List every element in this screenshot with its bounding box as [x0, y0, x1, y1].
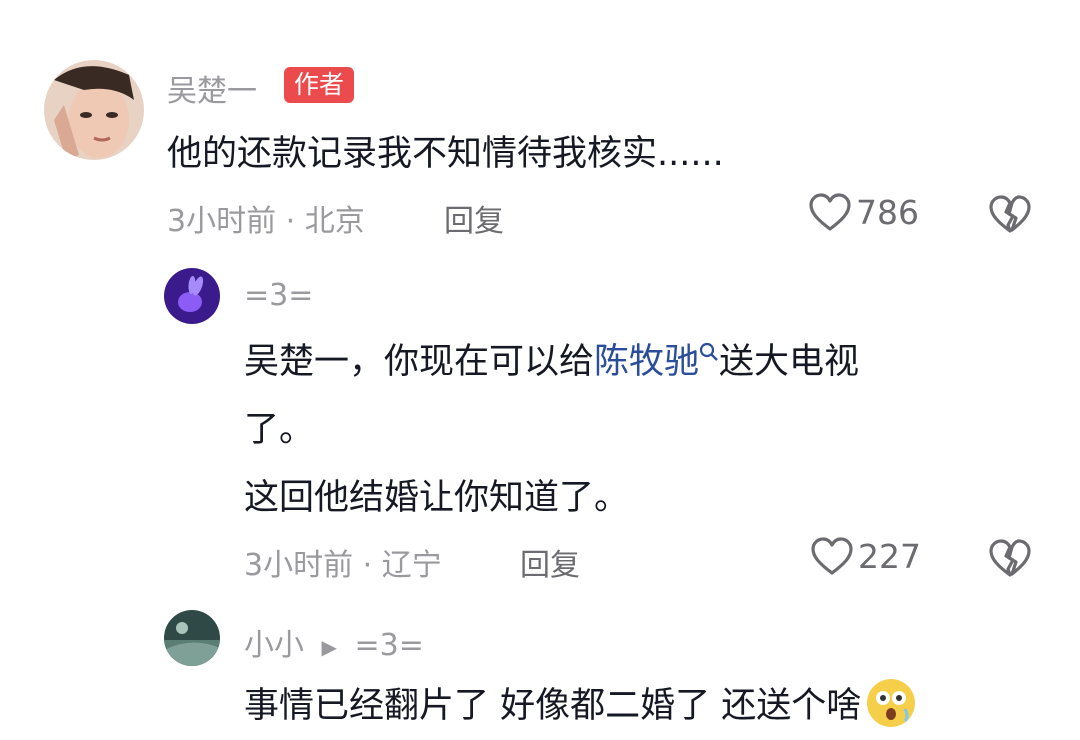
comment-text-line: 了。	[244, 410, 315, 450]
comment-meta: 3小时前 · 北京	[167, 204, 365, 239]
comment-text: 事情已经翻片了 好像都二婚了 还送个啥	[244, 672, 917, 740]
dislike-button[interactable]	[988, 194, 1032, 238]
avatar-photo	[44, 60, 144, 160]
comment-text: 吴楚一，你现在可以给陈牧驰 送大电视	[244, 328, 859, 396]
dislike-button[interactable]	[988, 538, 1032, 582]
comment-author[interactable]: 小小	[244, 628, 304, 663]
avatar[interactable]	[164, 268, 220, 324]
comment-author[interactable]: 吴楚一	[167, 66, 257, 110]
reply-to-user[interactable]: =3=	[354, 628, 423, 663]
broken-heart-icon	[989, 539, 1031, 577]
heart-outline-icon	[809, 193, 851, 231]
comment-3: 小小 ▶ =3= 事情已经翻片了 好像都二婚了 还送个啥	[0, 590, 1080, 736]
comment-2: =3= 吴楚一，你现在可以给陈牧驰 送大电视 了。 这回他结婚让你知道了。 3小时…	[0, 250, 1080, 590]
comment-author[interactable]: =3=	[244, 278, 313, 313]
avatar[interactable]	[164, 610, 220, 666]
search-icon[interactable]	[699, 342, 719, 366]
comment-1: 吴楚一 作者 他的还款记录我不知情待我核实...... 3小时前 · 北京 回复…	[0, 0, 1080, 250]
like-count: 227	[858, 536, 921, 576]
reply-button[interactable]: 回复	[444, 196, 504, 240]
avatar-photo	[164, 268, 220, 324]
like-button[interactable]: 786	[808, 192, 919, 232]
author-badge: 作者	[284, 67, 355, 103]
comment-text: 他的还款记录我不知情待我核实......	[167, 134, 724, 174]
comment-meta: 3小时前 · 辽宁	[244, 548, 442, 583]
like-button[interactable]: 227	[810, 536, 921, 576]
comment-author-line: 小小 ▶ =3=	[244, 620, 424, 664]
comment-text-part: 吴楚一，你现在可以给	[244, 342, 595, 382]
surprised-emoji-icon	[867, 679, 916, 727]
broken-heart-icon	[989, 195, 1031, 233]
mention-link[interactable]: 陈牧驰	[594, 342, 699, 382]
comment-text-line: 这回他结婚让你知道了。	[244, 478, 630, 518]
like-count: 786	[856, 192, 919, 232]
avatar-photo	[164, 610, 220, 666]
heart-outline-icon	[811, 537, 853, 575]
reply-button[interactable]: 回复	[520, 540, 580, 584]
reply-arrow-icon: ▶	[321, 634, 337, 659]
avatar[interactable]	[44, 60, 144, 160]
comment-text-part: 送大电视	[719, 342, 860, 382]
comment-text-part: 事情已经翻片了 好像都二婚了 还送个啥	[244, 686, 862, 726]
